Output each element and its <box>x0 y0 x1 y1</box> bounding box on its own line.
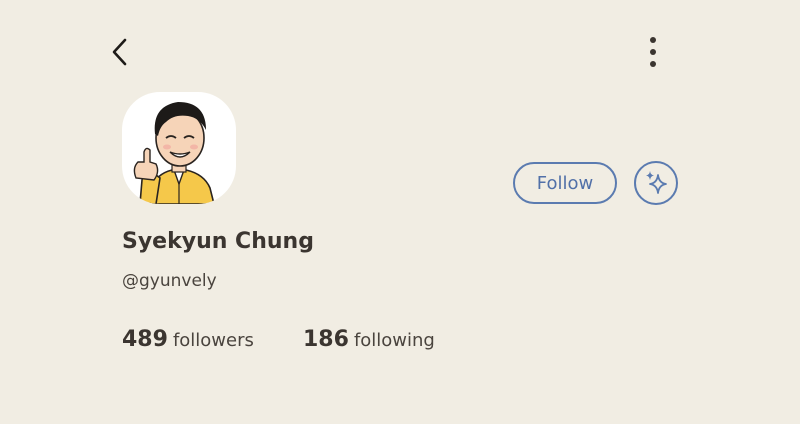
followers-stat[interactable]: 489 followers <box>122 327 254 352</box>
avatar-illustration <box>133 102 215 204</box>
following-count: 186 <box>303 327 349 352</box>
chevron-left-icon <box>112 38 127 66</box>
follow-button-label: Follow <box>536 172 594 194</box>
ai-suggestions-button[interactable] <box>634 161 678 205</box>
back-button[interactable] <box>104 34 136 70</box>
avatar[interactable] <box>122 92 236 204</box>
followers-count: 489 <box>122 327 168 352</box>
vertical-dots-icon <box>650 37 656 67</box>
following-label: following <box>353 330 435 351</box>
follow-button[interactable]: Follow <box>513 162 617 204</box>
more-options-button[interactable] <box>638 34 668 70</box>
following-stat[interactable]: 186 following <box>303 327 435 352</box>
profile-handle: @gyunvely <box>122 271 217 291</box>
profile-page: Follow Syekyun Chung @gyunvely 489 follow… <box>0 0 800 424</box>
sparkle-icon <box>646 171 667 194</box>
followers-label: followers <box>172 330 254 351</box>
profile-name: Syekyun Chung <box>122 229 314 254</box>
